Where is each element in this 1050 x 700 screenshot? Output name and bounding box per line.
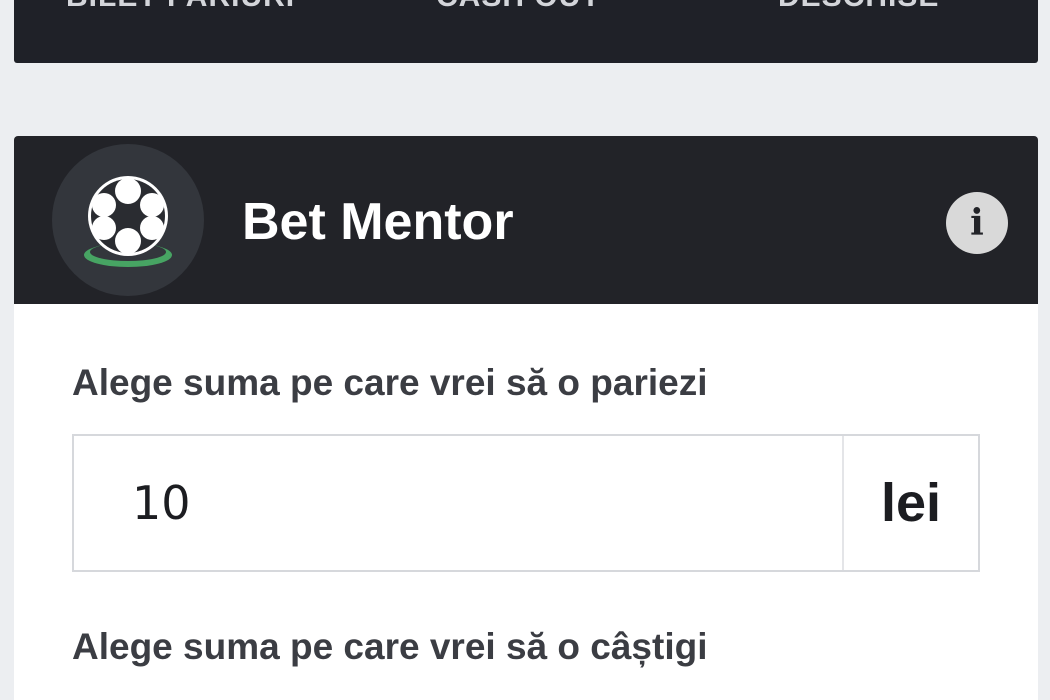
win-label: Alege suma pe care vrei să o câștigi — [72, 626, 708, 667]
info-icon[interactable]: i — [946, 192, 1008, 254]
panel-title: Bet Mentor — [242, 193, 514, 251]
soccer-ball-icon — [84, 176, 172, 267]
currency-label: lei — [842, 436, 978, 570]
top-navigation: BILET PARIURI CASH OUT DESCHISE — [14, 0, 1038, 63]
tab-deschise[interactable]: DESCHISE — [778, 0, 939, 14]
stake-label: Alege suma pe care vrei să o pariezi — [72, 362, 708, 403]
stake-input-group: lei — [72, 434, 980, 572]
bet-mentor-form: Alege suma pe care vrei să o pariezi lei… — [14, 304, 1038, 700]
tab-cash-out[interactable]: CASH OUT — [436, 0, 601, 14]
tab-bilet-pariuri[interactable]: BILET PARIURI — [66, 0, 295, 14]
bet-mentor-logo — [52, 144, 204, 296]
stake-input[interactable] — [74, 436, 842, 570]
bet-mentor-header: Bet Mentor i — [14, 136, 1038, 304]
